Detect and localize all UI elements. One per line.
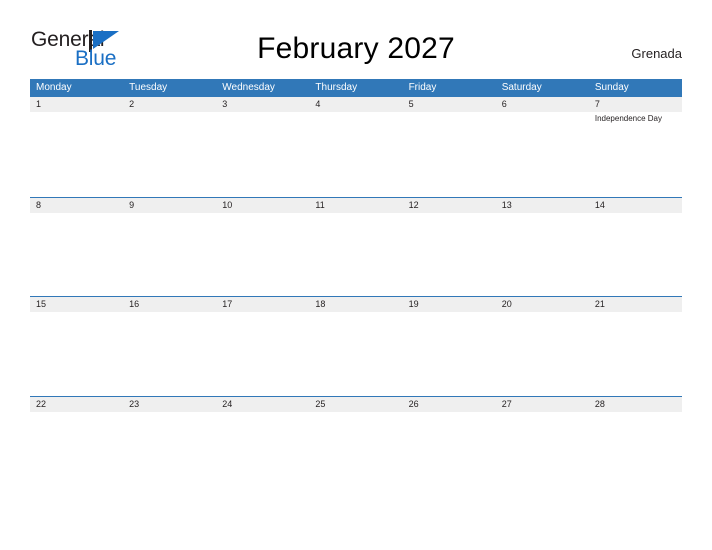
- day-number-band: [123, 97, 217, 112]
- day-number-band: [402, 97, 496, 112]
- day-number: 16: [129, 299, 140, 309]
- day-cell[interactable]: 4: [309, 97, 403, 196]
- day-number: 1: [36, 99, 42, 109]
- day-number: 10: [222, 199, 233, 210]
- day-number: 7: [594, 99, 600, 109]
- day-number: 8: [36, 199, 42, 210]
- day-number: 24: [222, 398, 233, 409]
- day-cell[interactable]: 28: [588, 396, 682, 495]
- holiday-label: Independence Day: [594, 114, 663, 123]
- day-number: 14: [594, 199, 605, 210]
- day-number: 26: [408, 398, 419, 409]
- day-events: Independence Day: [595, 113, 679, 124]
- day-cell[interactable]: 8: [30, 197, 124, 296]
- day-cell[interactable]: 23: [123, 396, 217, 495]
- week-row: 15 16 17 18 19 20 21: [30, 296, 682, 396]
- day-cell[interactable]: 19: [402, 297, 496, 396]
- day-cell[interactable]: 2: [123, 97, 217, 196]
- day-number-band: [30, 97, 124, 112]
- day-number: 5: [408, 99, 414, 109]
- day-cell[interactable]: 3: [216, 97, 310, 196]
- day-number-band: [495, 97, 589, 112]
- weekday-header-saturday: Saturday: [501, 82, 542, 93]
- day-cell[interactable]: 17: [216, 297, 310, 396]
- weekday-header-thursday: Thursday: [315, 82, 358, 93]
- day-cell[interactable]: 5: [402, 97, 496, 196]
- day-cell[interactable]: 27: [495, 396, 589, 495]
- day-number-band: [30, 197, 124, 213]
- day-number-band: [123, 197, 217, 213]
- day-number: 23: [129, 398, 140, 409]
- week-row: 1 2 3 4 5 6 7 Independence Day: [30, 97, 682, 197]
- day-number: 18: [315, 299, 326, 309]
- day-cell[interactable]: 22: [30, 396, 124, 495]
- day-number-band: [309, 97, 403, 112]
- day-cell[interactable]: 13: [495, 197, 589, 296]
- day-number: 28: [594, 398, 605, 409]
- day-number: 12: [408, 199, 419, 210]
- day-cell[interactable]: 21: [588, 297, 682, 396]
- calendar-grid: Monday Tuesday Wednesday Thursday Friday…: [30, 79, 682, 495]
- weekday-header-sunday: Sunday: [594, 82, 629, 93]
- day-cell[interactable]: 1: [30, 97, 124, 196]
- day-cell[interactable]: 6: [495, 97, 589, 196]
- calendar-page: General Blue February 2027 Grenada Monda…: [0, 0, 712, 550]
- day-number: 22: [36, 398, 47, 409]
- day-cell[interactable]: 12: [402, 197, 496, 296]
- day-cell[interactable]: 20: [495, 297, 589, 396]
- day-cell[interactable]: 15: [30, 297, 124, 396]
- day-number: 17: [222, 299, 233, 309]
- day-cell[interactable]: 16: [123, 297, 217, 396]
- day-number: 21: [594, 299, 605, 309]
- day-number: 25: [315, 398, 326, 409]
- day-number: 4: [315, 99, 321, 109]
- country-label: Grenada: [631, 46, 682, 61]
- weekday-header-row: Monday Tuesday Wednesday Thursday Friday…: [30, 79, 682, 97]
- day-cell[interactable]: 26: [402, 396, 496, 495]
- day-cell[interactable]: 18: [309, 297, 403, 396]
- day-cell[interactable]: 9: [123, 197, 217, 296]
- week-row: 22 23 24 25 26 27 28: [30, 395, 682, 495]
- week-row: 8 9 10 11 12 13 14: [30, 196, 682, 296]
- day-number: 11: [315, 199, 325, 210]
- day-cell[interactable]: 7 Independence Day: [588, 97, 682, 196]
- day-number: 9: [129, 199, 135, 210]
- weekday-header-wednesday: Wednesday: [222, 82, 275, 93]
- day-number: 15: [36, 299, 47, 309]
- day-number: 3: [222, 99, 228, 109]
- weekday-header-friday: Friday: [408, 82, 437, 93]
- day-cell[interactable]: 25: [309, 396, 403, 495]
- day-number-band: [588, 97, 682, 112]
- day-number: 6: [501, 99, 507, 109]
- day-number: 19: [408, 299, 419, 309]
- day-number: 27: [501, 398, 512, 409]
- page-title: February 2027: [257, 32, 455, 65]
- day-cell[interactable]: 14: [588, 197, 682, 296]
- day-cell[interactable]: 10: [216, 197, 310, 296]
- day-number: 13: [501, 199, 512, 210]
- day-cell[interactable]: 11: [309, 197, 403, 296]
- weekday-header-monday: Monday: [36, 82, 72, 93]
- day-number-band: [216, 97, 310, 112]
- page-header: General Blue February 2027 Grenada: [0, 0, 712, 79]
- day-number: 20: [501, 299, 512, 309]
- day-cell[interactable]: 24: [216, 396, 310, 495]
- day-number: 2: [129, 99, 135, 109]
- weekday-header-tuesday: Tuesday: [129, 82, 168, 93]
